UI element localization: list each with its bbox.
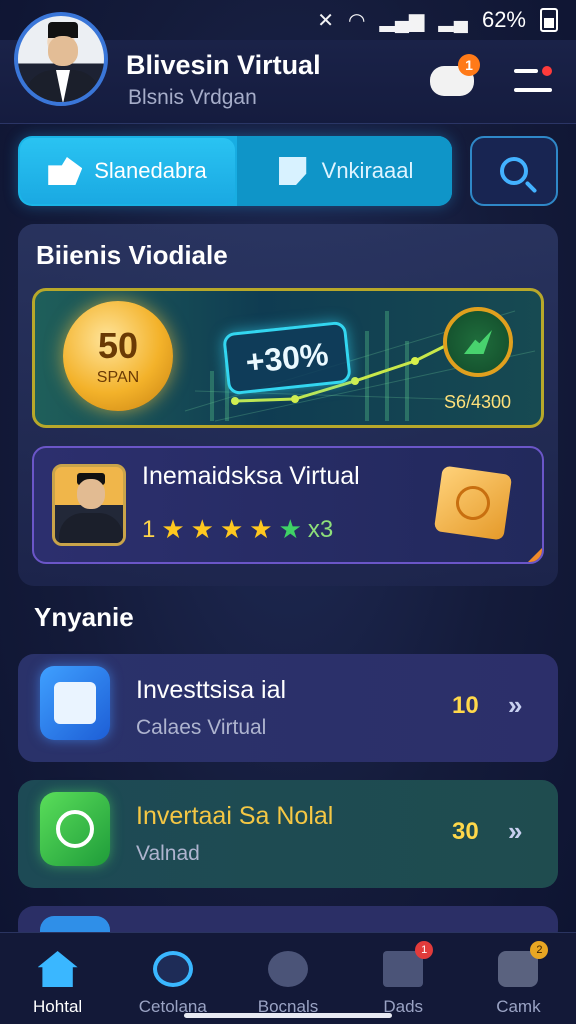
rating: 1 ★ ★ ★ ★ ★ x3 (142, 514, 333, 545)
search-button[interactable] (470, 136, 558, 206)
camera-icon: 2 (498, 941, 549, 987)
nav-dads[interactable]: 1 Dads (346, 933, 461, 1024)
nav-social[interactable]: Bocnals (230, 933, 345, 1024)
bookmark-icon (279, 157, 307, 185)
battery-icon (540, 8, 558, 32)
folder-icon (433, 465, 513, 541)
profile-avatar (52, 464, 126, 546)
wifi-icon: ◠ (348, 9, 366, 32)
notification-button[interactable]: 1 (430, 54, 480, 98)
item-subtitle: Valnad (136, 842, 200, 865)
mute-icon: ✕ (317, 9, 334, 32)
coin-value: 50 (97, 325, 139, 366)
avatar[interactable] (14, 12, 108, 106)
search-icon (500, 157, 528, 185)
nav-badge: 2 (530, 941, 549, 959)
list-item[interactable]: Invertaai Sa Nolal Valnad 30 » (18, 780, 558, 888)
star-icon: ★ (219, 514, 244, 544)
rating-value: 1 (142, 515, 156, 543)
promo-value: S6/4300 (443, 392, 511, 412)
tab-label: Slanedabra (94, 158, 207, 183)
user-subtitle: Blsnis Vrdgan (128, 86, 257, 109)
nav-categories[interactable]: Cetolana (115, 933, 230, 1024)
nav-home[interactable]: Hohtal (0, 933, 115, 1024)
section-title: Biienis Viodiale (36, 240, 228, 270)
item-count: 30 (452, 818, 479, 845)
tab-slanedabra[interactable]: Slanedabra (20, 138, 235, 204)
section-title: Ynyanie (34, 602, 134, 632)
tab-bar: Slanedabra Vnkiraaal (18, 136, 452, 206)
nav-badge: 1 (415, 941, 434, 959)
coin-icon: 50 SPAN (63, 301, 173, 411)
tab-label: Vnkiraaal (321, 158, 414, 183)
star-icon: ★ (249, 514, 273, 544)
nav-label: Camk (496, 997, 541, 1016)
item-count: 10 (452, 692, 479, 719)
percent-tag: +30% (222, 320, 352, 396)
signal-icon-2: ▂▄ (438, 9, 468, 32)
nav-camera[interactable]: 2 Camk (461, 933, 576, 1024)
signal-icon: ▂▄▆ (379, 9, 425, 32)
item-title: Invertaai Sa Nolal (136, 802, 334, 830)
rating-count: x3 (307, 515, 334, 543)
nav-label: Hohtal (33, 997, 83, 1016)
chart-icon (40, 666, 110, 740)
featured-card: Biienis Viodiale 50 SPAN +30% S6/4300 In… (18, 224, 558, 586)
home-indicator[interactable] (184, 1013, 392, 1018)
star-icon: ★ (161, 514, 185, 544)
tab-vnkiraaal[interactable]: Vnkiraaal (237, 136, 452, 206)
percent-icon (40, 792, 110, 866)
categories-icon (152, 951, 193, 987)
item-subtitle: Calaes Virtual (136, 716, 267, 739)
home-icon (37, 951, 78, 987)
item-title: Investtsisa ial (136, 676, 287, 704)
coin-label: SPAN (96, 369, 140, 386)
tag-icon (48, 157, 83, 185)
trend-up-icon (443, 307, 513, 377)
star-icon: ★ (190, 514, 214, 544)
battery-percent: 62% (481, 7, 526, 32)
notification-badge: 1 (458, 54, 480, 76)
star-icon: ★ (278, 514, 302, 544)
chevron-right-icon[interactable]: » (508, 816, 522, 847)
chevron-right-icon[interactable]: » (508, 690, 522, 721)
promo-banner[interactable]: 50 SPAN +30% S6/4300 (32, 288, 544, 428)
dads-icon: 1 (383, 941, 434, 987)
profile-title: Inemaidsksa Virtual (142, 462, 360, 490)
social-icon (268, 951, 308, 987)
user-name: Blivesin Virtual (126, 50, 321, 80)
menu-button[interactable] (512, 64, 556, 98)
list-item[interactable]: Investtsisa ial Calaes Virtual 10 » (18, 654, 558, 762)
bottom-nav: Hohtal Cetolana Bocnals 1 Dads 2 Camk (0, 932, 576, 1024)
profile-card[interactable]: Inemaidsksa Virtual 1 ★ ★ ★ ★ ★ x3 (32, 446, 544, 564)
